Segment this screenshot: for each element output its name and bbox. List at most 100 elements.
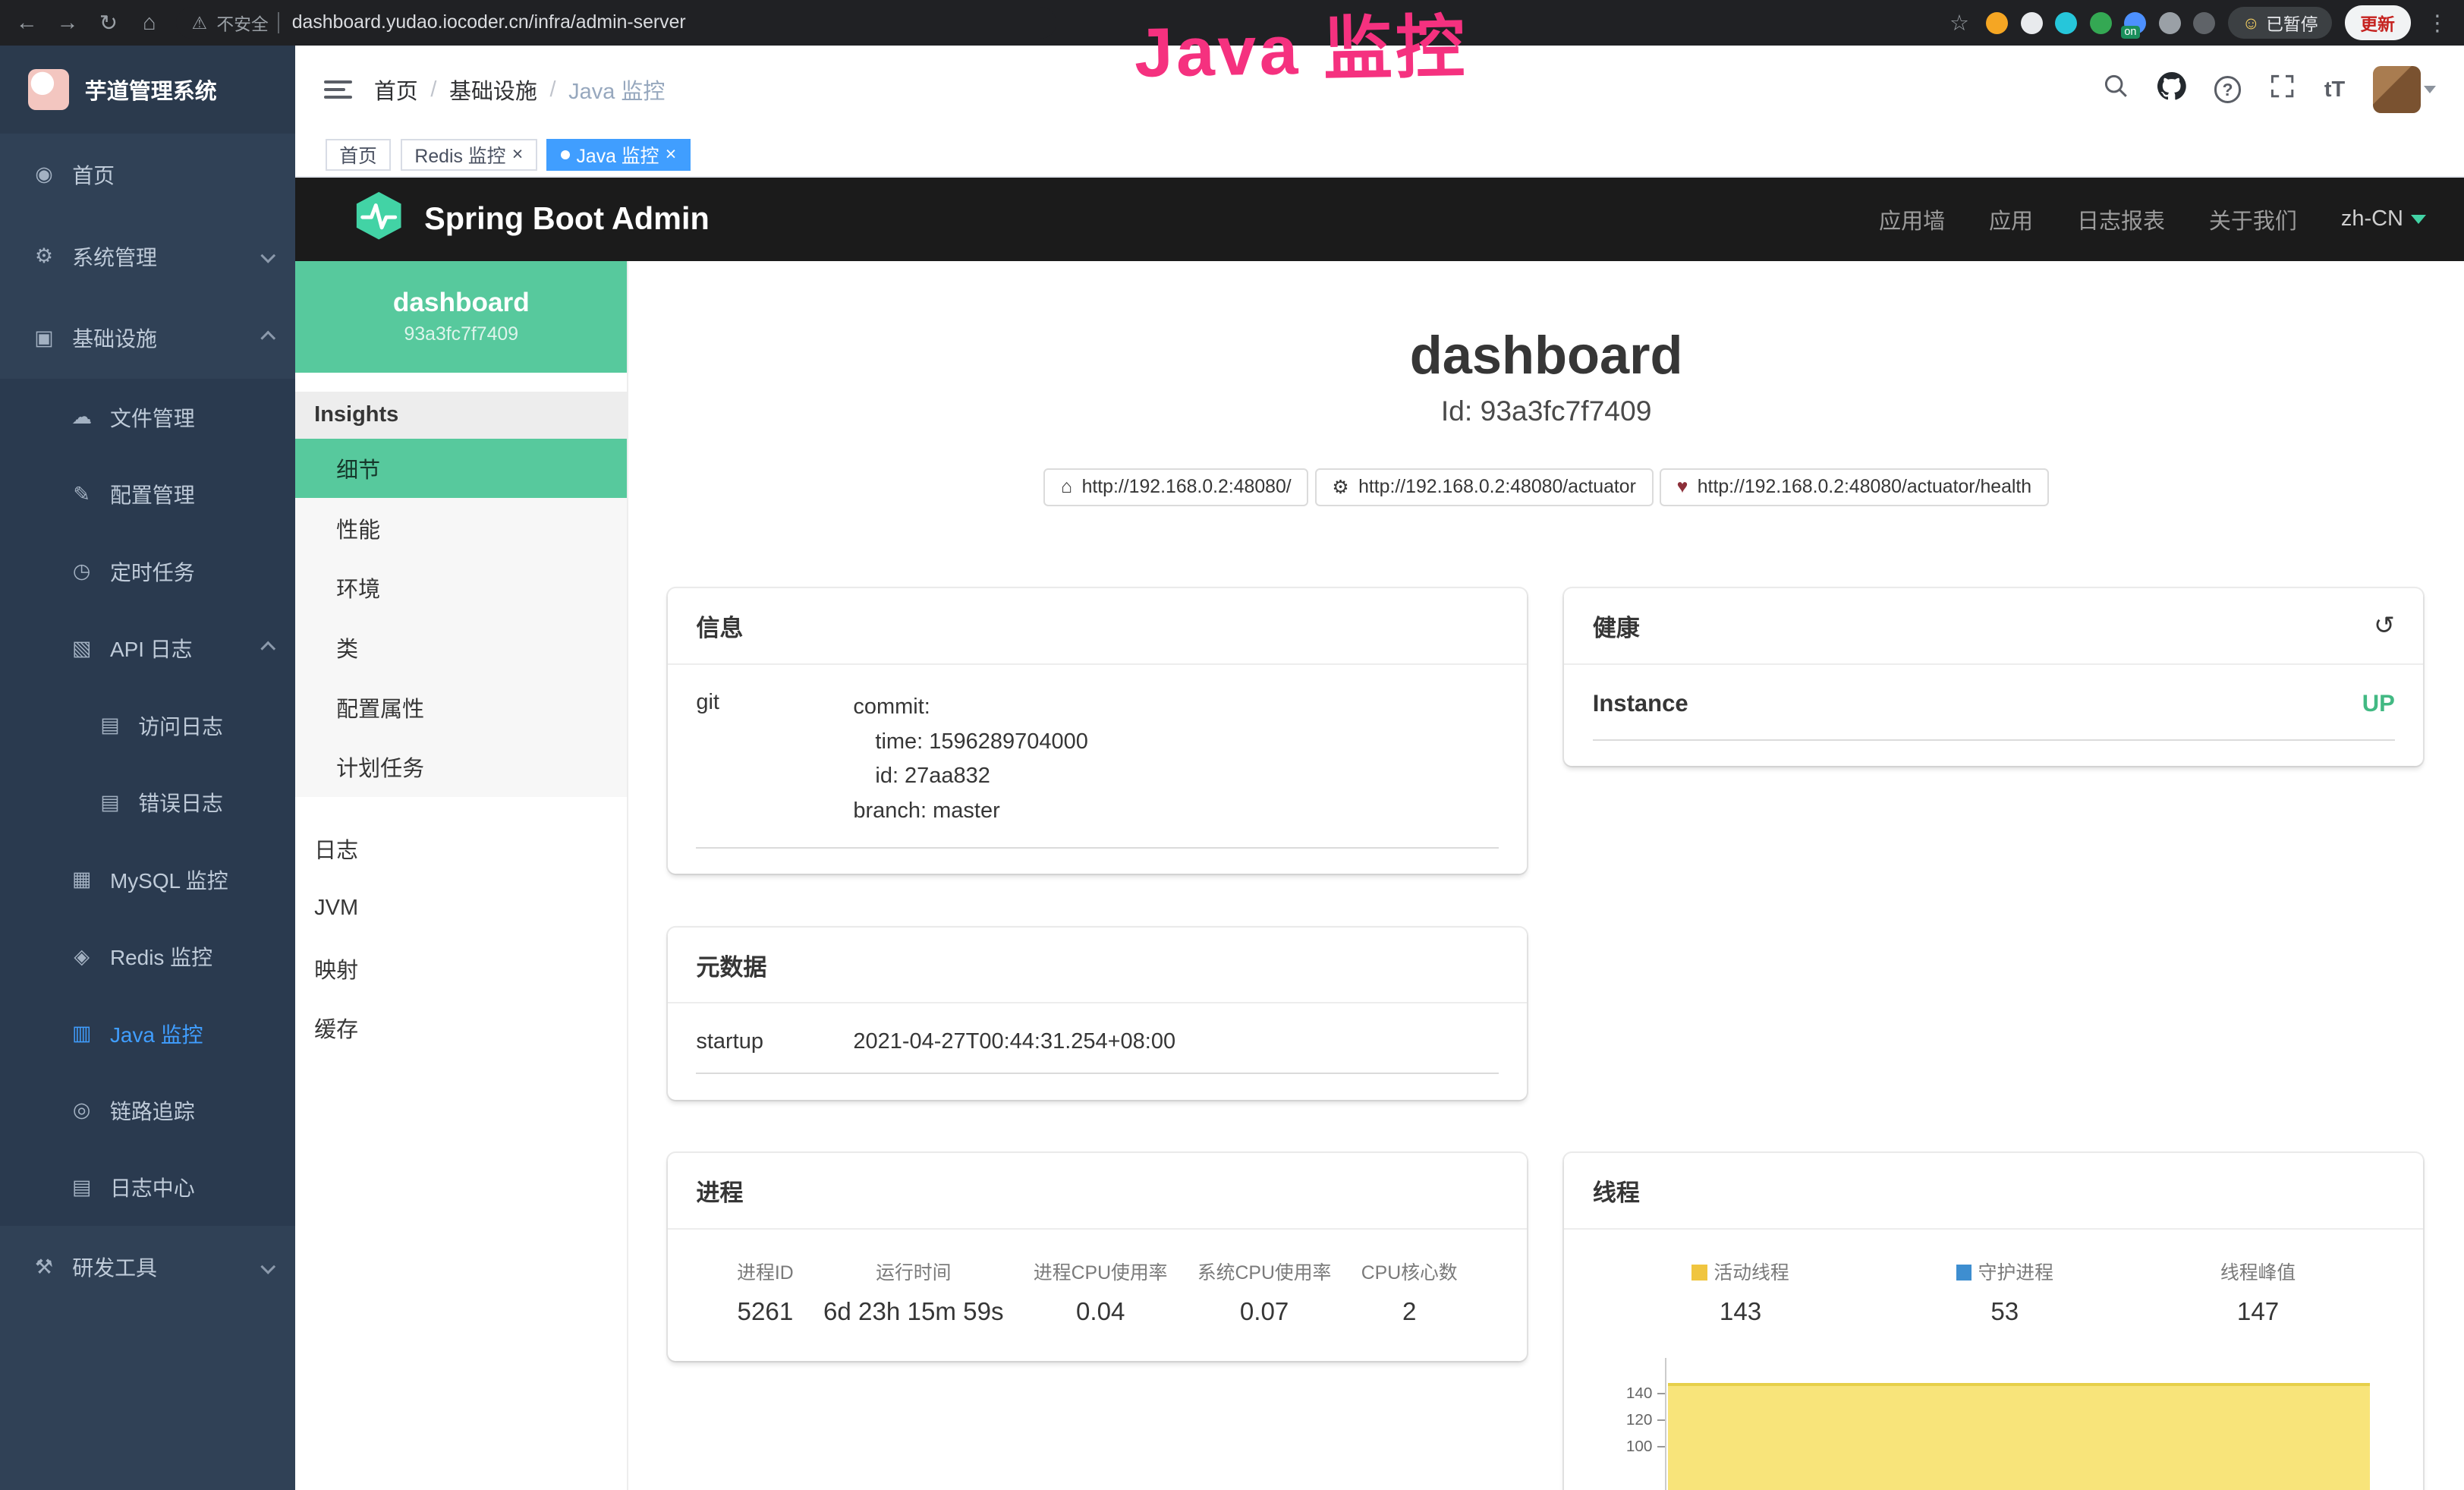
gear-icon: ⚙ bbox=[31, 244, 56, 268]
language-select[interactable]: zh-CN bbox=[2341, 206, 2426, 232]
sidebar-item-log-center[interactable]: ▤ 日志中心 bbox=[0, 1149, 295, 1226]
sidebar-item-home[interactable]: ◉ 首页 bbox=[0, 134, 295, 216]
threads-metric-peak: 线程峰值 147 bbox=[2220, 1258, 2296, 1327]
forward-icon[interactable]: → bbox=[53, 11, 81, 36]
user-menu[interactable] bbox=[2373, 66, 2435, 113]
extension-icon[interactable] bbox=[1986, 12, 2008, 34]
sidebar-item-system[interactable]: ⚙ 系统管理 bbox=[0, 216, 295, 298]
sidebar-item-label: 研发工具 bbox=[72, 1252, 157, 1282]
app-logo[interactable]: 芋道管理系统 bbox=[0, 46, 295, 134]
sba-logo-icon[interactable] bbox=[352, 189, 405, 249]
sidebar-item-infra[interactable]: ▣ 基础设施 bbox=[0, 297, 295, 379]
instance-id: 93a3fc7f7409 bbox=[404, 324, 518, 345]
sidebar-item-label: 日志中心 bbox=[110, 1172, 195, 1202]
sidebar-item-error-logs[interactable]: ▤ 错误日志 bbox=[0, 764, 295, 840]
chevron-down-icon bbox=[260, 248, 275, 263]
sba-item-scheduled-tasks[interactable]: 计划任务 bbox=[295, 737, 627, 797]
font-size-icon[interactable]: tT bbox=[2324, 77, 2345, 102]
extension-icon[interactable] bbox=[2021, 12, 2043, 34]
sidebar-item-mysql-monitor[interactable]: ▦ MySQL 监控 bbox=[0, 841, 295, 918]
process-metric: 运行时间 6d 23h 15m 59s bbox=[823, 1258, 1004, 1327]
sba-item-jvm[interactable]: JVM bbox=[295, 878, 627, 938]
screen: ← → ↻ ⌂ ⚠ 不安全 dashboard.yudao.iocoder.cn… bbox=[0, 0, 2464, 1490]
sidebar-item-tracing[interactable]: ◎ 链路追踪 bbox=[0, 1072, 295, 1148]
sba-item-classes[interactable]: 类 bbox=[295, 618, 627, 678]
back-icon[interactable]: ← bbox=[13, 11, 41, 36]
close-icon[interactable]: × bbox=[666, 144, 677, 165]
card-title: 健康 bbox=[1593, 609, 1640, 643]
home-icon[interactable]: ⌂ bbox=[135, 11, 163, 36]
tab-redis-monitor[interactable]: Redis 监控 × bbox=[401, 139, 537, 170]
document-icon: ▤ bbox=[97, 713, 122, 737]
bookmark-star-icon[interactable]: ☆ bbox=[1945, 10, 1973, 36]
service-url-button[interactable]: ⌂ http://192.168.0.2:48080/ bbox=[1043, 468, 1308, 507]
sidebar-item-api-logs[interactable]: ▧ API 日志 bbox=[0, 610, 295, 686]
sba-item-mappings[interactable]: 映射 bbox=[295, 938, 627, 998]
metadata-key: startup bbox=[696, 1029, 853, 1054]
card-title: 线程 bbox=[1593, 1173, 1640, 1208]
actuator-url-button[interactable]: ⚙ http://192.168.0.2:48080/actuator bbox=[1315, 468, 1654, 507]
github-icon[interactable] bbox=[2157, 72, 2186, 107]
security-warning-label: 不安全 bbox=[216, 11, 268, 36]
paused-badge[interactable]: ☺ 已暂停 bbox=[2228, 7, 2332, 38]
process-metric: 进程ID 5261 bbox=[737, 1258, 794, 1327]
sidebar-item-java-monitor[interactable]: ▥ Java 监控 bbox=[0, 995, 295, 1072]
breadcrumb-infra[interactable]: 基础设施 bbox=[449, 74, 537, 106]
sidebar-item-redis-monitor[interactable]: ◈ Redis 监控 bbox=[0, 918, 295, 994]
sba-nav-applications[interactable]: 应用 bbox=[1989, 203, 2033, 235]
wrench-icon: ⚙ bbox=[1332, 476, 1348, 499]
health-instance-label[interactable]: Instance bbox=[1593, 690, 1688, 717]
redis-icon: ◈ bbox=[69, 945, 94, 969]
extension-icon[interactable] bbox=[2090, 12, 2112, 34]
close-icon[interactable]: × bbox=[512, 144, 524, 165]
history-icon[interactable]: ↺ bbox=[2374, 610, 2395, 641]
cloud-icon: ☁ bbox=[69, 405, 94, 429]
fullscreen-icon[interactable] bbox=[2269, 73, 2296, 106]
dashboard-icon: ◉ bbox=[31, 162, 56, 186]
health-url-button[interactable]: ♥ http://192.168.0.2:48080/actuator/heal… bbox=[1660, 468, 2049, 507]
sidebar-item-file-manage[interactable]: ☁ 文件管理 bbox=[0, 379, 295, 455]
reload-icon[interactable]: ↻ bbox=[94, 10, 122, 36]
card-title: 进程 bbox=[696, 1173, 743, 1208]
sba-item-details[interactable]: 细节 bbox=[295, 439, 627, 499]
threads-metric-live: 活动线程 143 bbox=[1691, 1258, 1789, 1327]
help-icon[interactable]: ? bbox=[2214, 76, 2241, 102]
sba-item-logs[interactable]: 日志 bbox=[295, 819, 627, 879]
sidebar-item-dev-tools[interactable]: ⚒ 研发工具 bbox=[0, 1226, 295, 1308]
extension-icon[interactable] bbox=[2159, 12, 2181, 34]
sidebar-item-label: 链路追踪 bbox=[110, 1095, 195, 1126]
sidebar-item-access-logs[interactable]: ▤ 访问日志 bbox=[0, 687, 295, 764]
sidebar-item-config-manage[interactable]: ✎ 配置管理 bbox=[0, 455, 295, 532]
tab-java-monitor[interactable]: Java 监控 × bbox=[546, 139, 691, 170]
tab-home[interactable]: 首页 bbox=[326, 139, 392, 170]
sba-item-caches[interactable]: 缓存 bbox=[295, 998, 627, 1058]
browser-update-button[interactable]: 更新 bbox=[2345, 5, 2411, 39]
extension-icon[interactable]: on bbox=[2124, 12, 2146, 34]
process-card: 进程 进程ID 5261 运行时间 6d 23h 15m 59 bbox=[668, 1153, 1527, 1361]
sidebar-item-label: 配置管理 bbox=[110, 479, 195, 509]
sba-nav-wallboard[interactable]: 应用墙 bbox=[1879, 203, 1945, 235]
sba-nav-about[interactable]: 关于我们 bbox=[2209, 203, 2297, 235]
card-title: 信息 bbox=[696, 609, 743, 643]
sba-item-metrics[interactable]: 性能 bbox=[295, 498, 627, 558]
sba-item-config-props[interactable]: 配置属性 bbox=[295, 677, 627, 737]
sidebar-item-scheduled-jobs[interactable]: ◷ 定时任务 bbox=[0, 533, 295, 610]
breadcrumb-home[interactable]: 首页 bbox=[374, 74, 418, 106]
sba-instance-header[interactable]: dashboard 93a3fc7f7409 bbox=[295, 261, 627, 373]
address-bar[interactable]: ⚠ 不安全 dashboard.yudao.iocoder.cn/infra/a… bbox=[176, 7, 1056, 38]
extension-icon[interactable] bbox=[2193, 12, 2215, 34]
chevron-down-icon bbox=[260, 1259, 275, 1274]
search-icon[interactable] bbox=[2103, 73, 2129, 106]
sba-nav-journal[interactable]: 日志报表 bbox=[2077, 203, 2165, 235]
page-title: dashboard bbox=[628, 324, 2464, 386]
sba-brand[interactable]: Spring Boot Admin bbox=[424, 201, 710, 237]
sba-item-environment[interactable]: 环境 bbox=[295, 558, 627, 618]
browser-menu-icon[interactable]: ⋮ bbox=[2423, 10, 2451, 36]
mysql-icon: ▦ bbox=[69, 868, 94, 891]
legend-live-threads bbox=[1691, 1265, 1707, 1281]
process-metric: CPU核心数 2 bbox=[1361, 1258, 1458, 1327]
collapse-sidebar-button[interactable] bbox=[324, 80, 352, 99]
extension-icon[interactable] bbox=[2055, 12, 2077, 34]
language-label: zh-CN bbox=[2341, 206, 2403, 232]
avatar bbox=[2373, 66, 2420, 113]
